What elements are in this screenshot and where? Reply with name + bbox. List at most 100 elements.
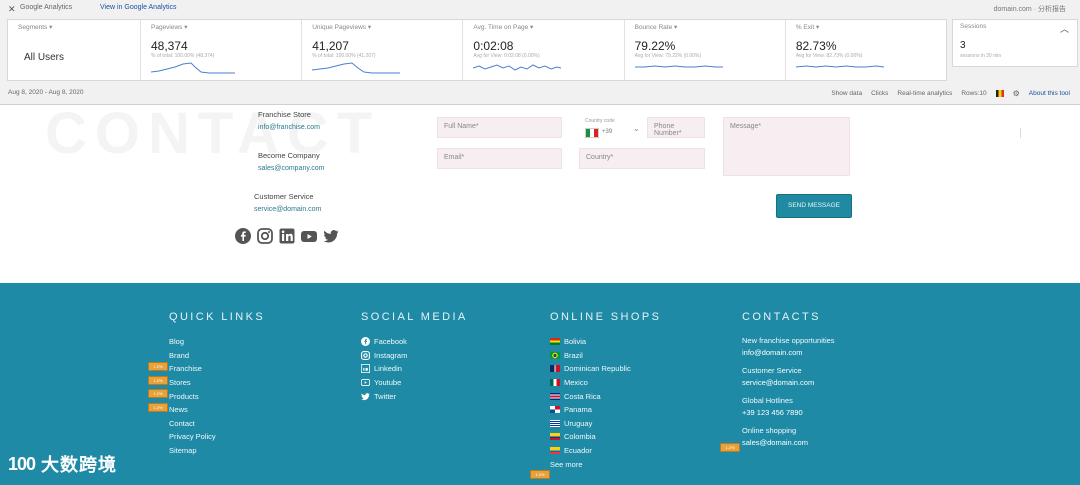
- account-info[interactable]: domain.com · 分析报告: [994, 4, 1066, 14]
- linkedin-icon[interactable]: [279, 228, 295, 244]
- shop-see-more-link[interactable]: See more: [550, 457, 661, 471]
- instagram-icon: [361, 350, 370, 360]
- click-badge: 1.2%: [148, 403, 168, 412]
- italy-flag-icon[interactable]: [585, 128, 599, 138]
- click-badge: 1.2%: [148, 362, 168, 371]
- footer-link[interactable]: Privacy Policy: [169, 430, 265, 444]
- contact-value[interactable]: +39 123 456 7890: [742, 407, 835, 419]
- contact-block-title: Customer Service: [254, 192, 314, 201]
- metric-pageviews[interactable]: Pageviews ▾ 48,374 % of total: 100.00% (…: [141, 20, 303, 80]
- shop-label: Ecuador: [564, 446, 592, 456]
- contact-value[interactable]: info@domain.com: [742, 347, 835, 359]
- footer-link[interactable]: Blog: [169, 335, 265, 349]
- footer-social-twitter[interactable]: Twitter: [361, 389, 468, 403]
- metric-unique-pageviews[interactable]: Unique Pageviews ▾ 41,207 % of total: 10…: [302, 20, 464, 80]
- mexico-flag-icon: [550, 379, 560, 387]
- about-link[interactable]: About this tool: [1029, 90, 1070, 97]
- close-icon[interactable]: ✕: [8, 4, 16, 15]
- email-field[interactable]: Email*: [437, 148, 562, 169]
- clicks-toggle[interactable]: Clicks: [871, 90, 888, 97]
- shop-link-bolivia[interactable]: Bolivia: [550, 335, 661, 349]
- country-field[interactable]: Country*: [579, 148, 705, 169]
- settings-icon[interactable]: ⚙: [1013, 89, 1020, 98]
- show-data-toggle[interactable]: Show data: [831, 90, 862, 97]
- shop-link-costa-rica[interactable]: Costa Rica: [550, 389, 661, 403]
- segment-card[interactable]: Segments ▾ All Users: [8, 20, 141, 80]
- footer-heading: CONTACTS: [742, 311, 821, 323]
- metric-exit[interactable]: % Exit ▾ 82.73% Avg for View: 82.73% (0.…: [786, 20, 946, 80]
- footer-link[interactable]: Products: [169, 389, 265, 403]
- footer-social-media: SOCIAL MEDIA Facebook Instagram Linkedin…: [361, 311, 468, 403]
- footer-social-linkedin[interactable]: Linkedin: [361, 362, 468, 376]
- shop-link-dominican[interactable]: Dominican Republic: [550, 362, 661, 376]
- facebook-icon[interactable]: [235, 228, 251, 244]
- sparkline: [795, 65, 884, 68]
- metrics-row: Segments ▾ All Users Pageviews ▾ 48,374 …: [7, 19, 947, 81]
- shop-link-ecuador[interactable]: Ecuador: [550, 444, 661, 458]
- brand-watermark: 100 大数跨境: [8, 451, 117, 477]
- twitter-icon[interactable]: [323, 228, 339, 244]
- metric-label[interactable]: Bounce Rate ▾: [635, 23, 678, 31]
- chevron-up-icon[interactable]: ︿: [1060, 22, 1069, 35]
- analytics-top-bar: ✕ Google Analytics View in Google Analyt…: [0, 0, 1080, 18]
- segment-label[interactable]: Segments ▾: [18, 23, 52, 31]
- contact-block-service: Customer Service service@domain.com: [254, 192, 364, 213]
- rows-select[interactable]: Rows:10: [961, 90, 986, 97]
- sparkline: [473, 64, 562, 71]
- panama-flag-icon: [550, 406, 560, 414]
- footer-link[interactable]: Contact: [169, 417, 265, 431]
- footer-link[interactable]: Stores: [169, 376, 265, 390]
- metric-avg-time[interactable]: Avg. Time on Page ▾ 0:02:08 Avg for View…: [463, 20, 625, 80]
- sessions-card[interactable]: Sessions ︿ 3 sessions in 30 min: [952, 19, 1078, 67]
- contact-value[interactable]: service@domain.com: [742, 377, 835, 389]
- chevron-down-icon[interactable]: ⌄: [633, 124, 640, 133]
- contact-value[interactable]: sales@domain.com: [742, 437, 835, 449]
- scroll-indicator: [1020, 128, 1033, 138]
- metric-value: 48,374: [151, 39, 188, 53]
- footer-link[interactable]: Brand: [169, 349, 265, 363]
- footer-link[interactable]: Franchise: [169, 362, 265, 376]
- footer-social-youtube[interactable]: Youtube: [361, 376, 468, 390]
- send-message-button[interactable]: SEND MESSAGE: [776, 194, 852, 218]
- footer-link[interactable]: News: [169, 403, 265, 417]
- full-name-field[interactable]: Full Name*: [437, 117, 562, 138]
- footer-heading: QUICK LINKS: [169, 311, 266, 323]
- brand-logo-mark: 100: [8, 453, 36, 474]
- contact-label: Online shopping: [742, 426, 797, 435]
- realtime-toggle[interactable]: Real-time analytics: [897, 90, 952, 97]
- contact-block-link[interactable]: sales@company.com: [258, 165, 368, 172]
- footer-link[interactable]: Sitemap: [169, 444, 265, 458]
- metric-label[interactable]: Pageviews ▾: [151, 23, 188, 31]
- shop-link-uruguay[interactable]: Uruguay: [550, 417, 661, 431]
- metric-label[interactable]: Avg. Time on Page ▾: [473, 23, 533, 31]
- date-range[interactable]: Aug 8, 2020 - Aug 8, 2020: [8, 89, 84, 96]
- footer-social-label: Facebook: [374, 337, 407, 347]
- message-field[interactable]: Message*: [723, 117, 850, 176]
- shop-link-panama[interactable]: Panama: [550, 403, 661, 417]
- metric-label[interactable]: Unique Pageviews ▾: [312, 23, 371, 31]
- footer-social-facebook[interactable]: Facebook: [361, 335, 468, 349]
- contact-block-title: Become Company: [258, 151, 320, 160]
- youtube-icon[interactable]: [301, 228, 317, 244]
- view-in-analytics-link[interactable]: View in Google Analytics: [100, 4, 177, 11]
- footer-social-label: Twitter: [374, 391, 397, 401]
- sessions-label: Sessions: [960, 23, 987, 30]
- phone-field[interactable]: Phone Number*: [647, 117, 705, 138]
- country-code-value[interactable]: +39: [602, 129, 612, 135]
- contact-social-icons: [235, 228, 339, 244]
- contact-block-link[interactable]: service@domain.com: [254, 206, 364, 213]
- metric-label[interactable]: % Exit ▾: [796, 23, 820, 31]
- click-badge: 1.2%: [720, 443, 740, 452]
- shop-link-brazil[interactable]: Brazil: [550, 349, 661, 363]
- shop-link-colombia[interactable]: Colombia: [550, 430, 661, 444]
- metric-bounce-rate[interactable]: Bounce Rate ▾ 79.22% Avg for View: 79.22…: [625, 20, 786, 80]
- instagram-icon[interactable]: [257, 228, 273, 244]
- dominican-flag-icon: [550, 365, 560, 373]
- shop-link-mexico[interactable]: Mexico: [550, 376, 661, 390]
- contact-block-link[interactable]: info@franchise.com: [258, 124, 368, 131]
- analytics-brand: Google Analytics: [20, 4, 73, 11]
- footer-social-instagram[interactable]: Instagram: [361, 349, 468, 363]
- footer-social-label: Linkedin: [374, 364, 402, 374]
- ecuador-flag-icon: [550, 447, 560, 455]
- language-flag-icon[interactable]: [995, 90, 1004, 97]
